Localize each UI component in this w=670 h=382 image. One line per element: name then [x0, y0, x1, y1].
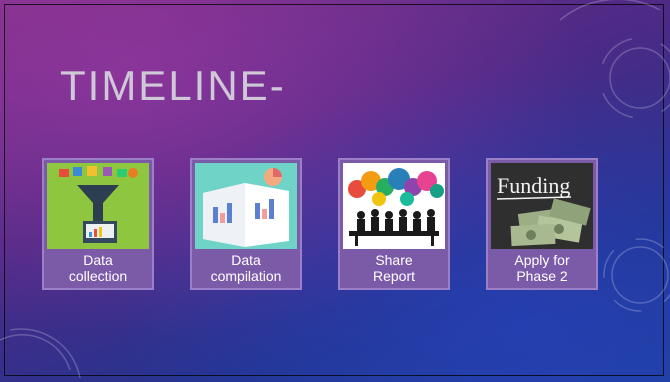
- circle-decoration: [603, 238, 670, 312]
- caption-line-1: Apply for: [514, 252, 570, 268]
- card-caption: Data collection: [44, 252, 152, 284]
- arc-decoration: [9, 328, 81, 379]
- caption-line-1: Data: [83, 252, 113, 268]
- caption-line-2: Phase 2: [516, 268, 568, 284]
- data-collection-image: [47, 163, 149, 249]
- card-share-report[interactable]: Share Report: [338, 158, 450, 290]
- card-data-collection[interactable]: Data collection: [42, 158, 154, 290]
- caption-line-2: Report: [372, 268, 416, 284]
- funding-chalk-text: Funding: [497, 173, 570, 198]
- card-data-compilation[interactable]: Data compilation: [190, 158, 302, 290]
- card-apply-phase-2[interactable]: Funding Apply for Phase 2: [486, 158, 598, 290]
- circle-decoration: [611, 246, 669, 304]
- funding-image: Funding: [491, 163, 593, 249]
- slide-title: TIMELINE-: [60, 62, 286, 109]
- card-caption: Apply for Phase 2: [488, 252, 596, 284]
- card-caption: Share Report: [340, 252, 448, 284]
- caption-line-2: collection: [68, 268, 128, 284]
- slide: TIMELINE- Data collection Data compilati…: [0, 0, 670, 382]
- arc-decoration: [0, 334, 71, 371]
- card-caption: Data compilation: [192, 252, 300, 284]
- arc-decoration: [559, 0, 661, 21]
- circle-decoration: [609, 47, 670, 109]
- caption-line-1: Share: [375, 252, 413, 268]
- share-report-image: [343, 163, 445, 249]
- data-compilation-image: [195, 163, 297, 249]
- caption-line-1: Data: [231, 252, 261, 268]
- caption-line-2: compilation: [210, 268, 282, 284]
